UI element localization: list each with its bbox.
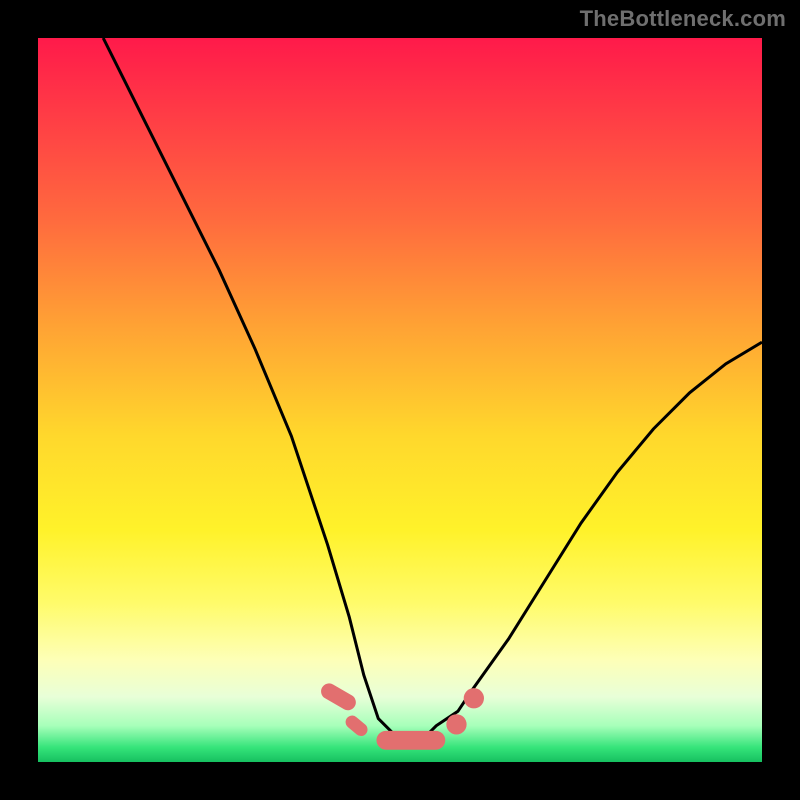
curve-markers [318,681,484,750]
plot-area [38,38,762,762]
chart-frame: TheBottleneck.com [0,0,800,800]
watermark-text: TheBottleneck.com [580,6,786,32]
curve-line [103,38,762,740]
chart-svg [38,38,762,762]
